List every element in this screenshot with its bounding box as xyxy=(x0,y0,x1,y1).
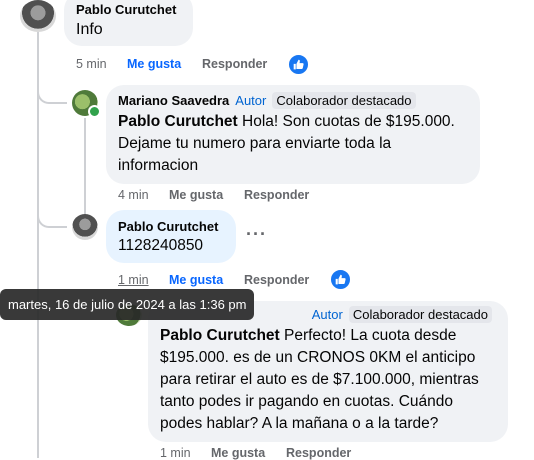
online-status-dot xyxy=(88,105,101,118)
comment-bubble-3: Pablo Curutchet 1128240850 xyxy=(106,210,236,263)
comment-text: Pablo Curutchet Perfecto! La cuota desde… xyxy=(160,327,479,432)
thread-elbow-2 xyxy=(37,210,67,228)
like-button[interactable]: Me gusta xyxy=(169,273,223,287)
top-fan-badge[interactable]: Colaborador destacado xyxy=(348,306,492,323)
comment-author[interactable]: Mariano Saavedra xyxy=(118,93,229,108)
comment-bubble-1: Pablo Curutchet Info xyxy=(64,0,193,46)
avatar-pablo[interactable] xyxy=(20,0,56,32)
reply-button[interactable]: Responder xyxy=(202,57,267,71)
comment-text: 1128240850 xyxy=(118,237,204,254)
more-options-icon[interactable]: ··· xyxy=(246,224,267,245)
comment-time[interactable]: 5 min xyxy=(76,57,107,71)
like-button[interactable]: Me gusta xyxy=(169,188,223,202)
mention[interactable]: Pablo Curutchet xyxy=(160,327,280,344)
comment-author[interactable]: Pablo Curutchet xyxy=(76,2,181,17)
comment-bubble-4: Autor Colaborador destacado Pablo Curutc… xyxy=(148,301,508,442)
top-fan-badge[interactable]: Colaborador destacado xyxy=(272,92,416,109)
like-icon xyxy=(288,54,309,75)
reply-button[interactable]: Responder xyxy=(244,188,309,202)
comment-time[interactable]: 1 min xyxy=(118,273,149,287)
comment-text: Info xyxy=(76,21,103,38)
author-badge: Autor xyxy=(311,307,343,322)
like-icon xyxy=(330,269,351,290)
comment-text: Pablo Curutchet Hola! Son cuotas de $195… xyxy=(118,113,455,174)
thread-line-reply xyxy=(84,118,86,228)
timestamp-tooltip: martes, 16 de julio de 2024 a las 1:36 p… xyxy=(0,289,255,320)
mention[interactable]: Pablo Curutchet xyxy=(118,113,238,130)
thread-elbow-1 xyxy=(37,88,67,104)
like-button[interactable]: Me gusta xyxy=(127,57,181,71)
reply-button[interactable]: Responder xyxy=(244,273,309,287)
avatar-pablo[interactable] xyxy=(72,214,98,240)
comment-bubble-2: Mariano Saavedra Autor Colaborador desta… xyxy=(106,85,480,184)
comment-time[interactable]: 4 min xyxy=(118,188,149,202)
author-badge: Autor xyxy=(235,93,267,108)
comment-author[interactable]: Pablo Curutchet xyxy=(118,219,224,234)
